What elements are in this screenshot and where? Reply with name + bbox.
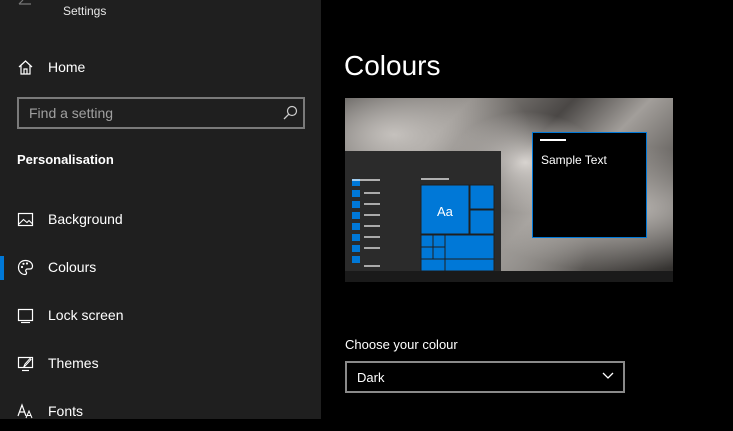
preview-taskbar — [345, 271, 673, 282]
colour-preview: Aa Sample Text — [345, 98, 673, 282]
home-nav-item[interactable]: Home — [0, 47, 321, 87]
choose-colour-dropdown[interactable]: Dark — [345, 361, 625, 393]
palette-icon — [17, 259, 34, 276]
sidebar-item-background[interactable]: Background — [0, 199, 321, 239]
search-input[interactable] — [29, 99, 274, 127]
sidebar-item-label: Themes — [48, 355, 99, 371]
sidebar-item-colours[interactable]: Colours — [0, 247, 321, 287]
start-menu-tiles — [352, 178, 495, 271]
home-icon — [18, 60, 33, 75]
home-label: Home — [48, 59, 86, 75]
picture-icon — [17, 212, 34, 227]
search-box[interactable] — [17, 97, 305, 129]
sidebar-item-label: Background — [48, 211, 123, 227]
tile-text: Aa — [437, 204, 453, 219]
sidebar-item-label: Lock screen — [48, 307, 124, 323]
window-title-bar — [540, 139, 566, 141]
sidebar: Settings Home Personalisation Background… — [0, 0, 321, 419]
section-title: Personalisation — [17, 152, 114, 167]
main-content: Colours Aa Sample Text Choose your colou… — [321, 0, 733, 419]
choose-colour-label: Choose your colour — [345, 337, 458, 352]
back-arrow-icon[interactable] — [17, 0, 33, 12]
sidebar-item-themes[interactable]: Themes — [0, 343, 321, 383]
sidebar-item-lock-screen[interactable]: Lock screen — [0, 295, 321, 335]
title-bar: Settings — [0, 0, 321, 24]
sidebar-item-fonts[interactable]: Fonts — [0, 391, 321, 431]
mock-start-menu: Aa — [345, 151, 501, 271]
choose-colour-value: Dark — [357, 370, 385, 385]
fonts-icon — [17, 403, 33, 419]
themes-icon — [17, 356, 34, 372]
lock-screen-icon — [17, 308, 34, 324]
app-title: Settings — [63, 4, 107, 18]
chevron-down-icon — [602, 372, 614, 379]
sample-text: Sample Text — [541, 153, 607, 167]
page-title: Colours — [344, 50, 441, 81]
search-icon[interactable] — [282, 105, 298, 121]
sidebar-item-label: Colours — [48, 259, 97, 275]
active-indicator — [0, 256, 4, 280]
sidebar-item-label: Fonts — [48, 403, 84, 419]
mock-window: Sample Text — [532, 132, 647, 238]
